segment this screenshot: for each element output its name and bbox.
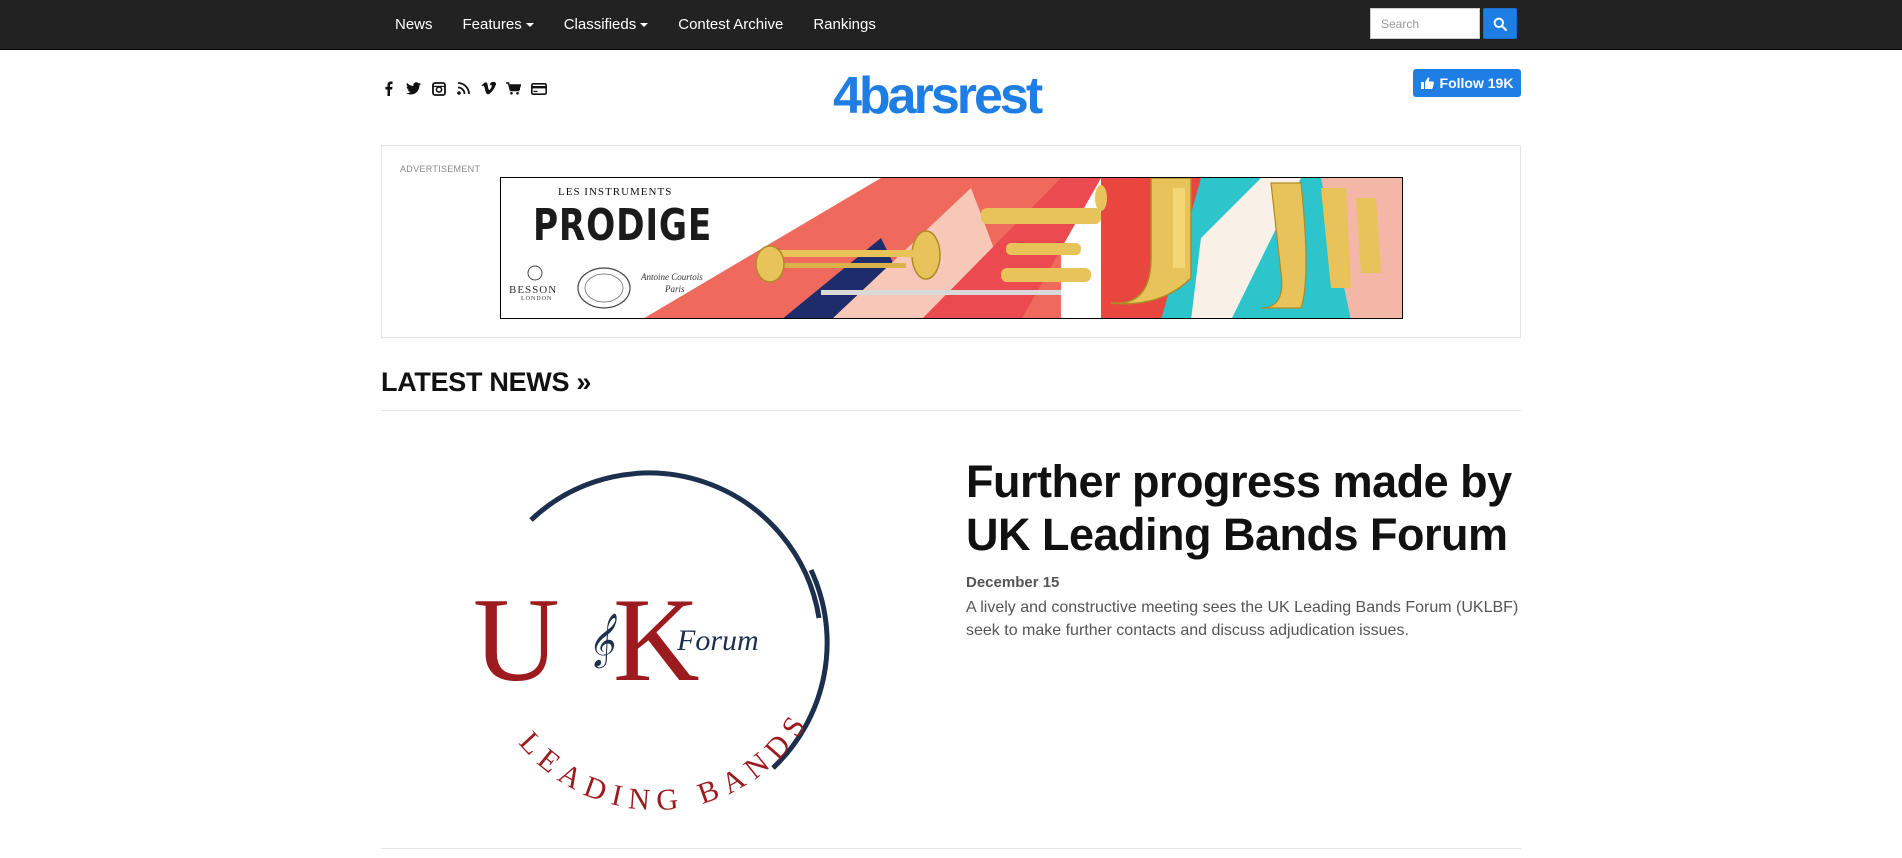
nav-item-news[interactable]: News xyxy=(380,0,448,50)
search-input[interactable] xyxy=(1370,8,1480,39)
nav-item-classifieds[interactable]: Classifieds xyxy=(549,0,664,50)
thumbs-up-icon xyxy=(1420,77,1434,89)
article-headline[interactable]: Further progress made by UK Leading Band… xyxy=(966,455,1521,561)
ad-banner[interactable]: LES INSTRUMENTS PRODIGE BESSON LONDON An… xyxy=(500,177,1403,319)
ad-label: ADVERTISEMENT xyxy=(400,164,481,174)
vimeo-icon[interactable] xyxy=(480,80,497,97)
ad-brand-courtois-city: Paris xyxy=(665,284,685,294)
nav-item-contest-archive[interactable]: Contest Archive xyxy=(663,0,798,50)
instagram-icon[interactable] xyxy=(430,80,447,97)
follow-button[interactable]: Follow 19K xyxy=(1413,69,1521,97)
search-icon xyxy=(1493,17,1507,31)
treble-clef-icon: 𝄞 xyxy=(587,612,617,669)
ad-headline: PRODIGE xyxy=(533,200,713,251)
logo-forum: Forum xyxy=(676,624,759,657)
follow-label: Follow 19K xyxy=(1439,75,1514,91)
section-divider xyxy=(381,410,1521,411)
caret-down-icon xyxy=(640,23,649,28)
latest-news-heading[interactable]: LATEST NEWS » xyxy=(381,367,591,398)
top-navbar: News Features Classifieds Contest Archiv… xyxy=(0,0,1902,50)
ad-brand-courtois: Antoine Courtois xyxy=(641,272,703,282)
advertisement-box: ADVERTISEMENT LES INSTRUMENTS PRODIGE BE… xyxy=(381,145,1521,338)
twitter-icon[interactable] xyxy=(405,80,422,97)
social-links xyxy=(380,80,547,97)
nav-item-features[interactable]: Features xyxy=(448,0,549,50)
article-date: December 15 xyxy=(966,574,1060,591)
article-image[interactable]: U K 𝄞 Forum LEADING BANDS xyxy=(381,450,925,828)
cart-icon[interactable] xyxy=(505,80,522,97)
ad-brand-besson: BESSON xyxy=(509,284,558,296)
nav-item-label: Classifieds xyxy=(563,16,637,33)
caret-down-icon xyxy=(525,23,534,28)
nav-item-label: Features xyxy=(462,16,522,33)
nav-links: News Features Classifieds Contest Archiv… xyxy=(380,0,891,50)
rss-icon[interactable] xyxy=(455,80,472,97)
credit-card-icon[interactable] xyxy=(530,80,547,97)
nav-item-label: News xyxy=(395,16,433,33)
logo-letter-u: U xyxy=(473,573,560,706)
logo-arc-text: LEADING BANDS xyxy=(513,704,817,817)
ad-brand-besson-city: LONDON xyxy=(521,296,553,302)
search-button[interactable] xyxy=(1483,8,1517,39)
ad-small-text: LES INSTRUMENTS xyxy=(558,186,673,198)
nav-item-label: Contest Archive xyxy=(678,16,784,33)
nav-item-label: Rankings xyxy=(813,16,876,33)
nav-item-rankings[interactable]: Rankings xyxy=(798,0,891,50)
site-logo[interactable]: 4barsrest xyxy=(833,66,1043,126)
uk-leading-bands-forum-logo: U K 𝄞 Forum LEADING BANDS xyxy=(473,470,830,817)
article-summary: A lively and constructive meeting sees t… xyxy=(966,599,1519,639)
article-divider xyxy=(381,848,1521,849)
facebook-icon[interactable] xyxy=(380,80,397,97)
